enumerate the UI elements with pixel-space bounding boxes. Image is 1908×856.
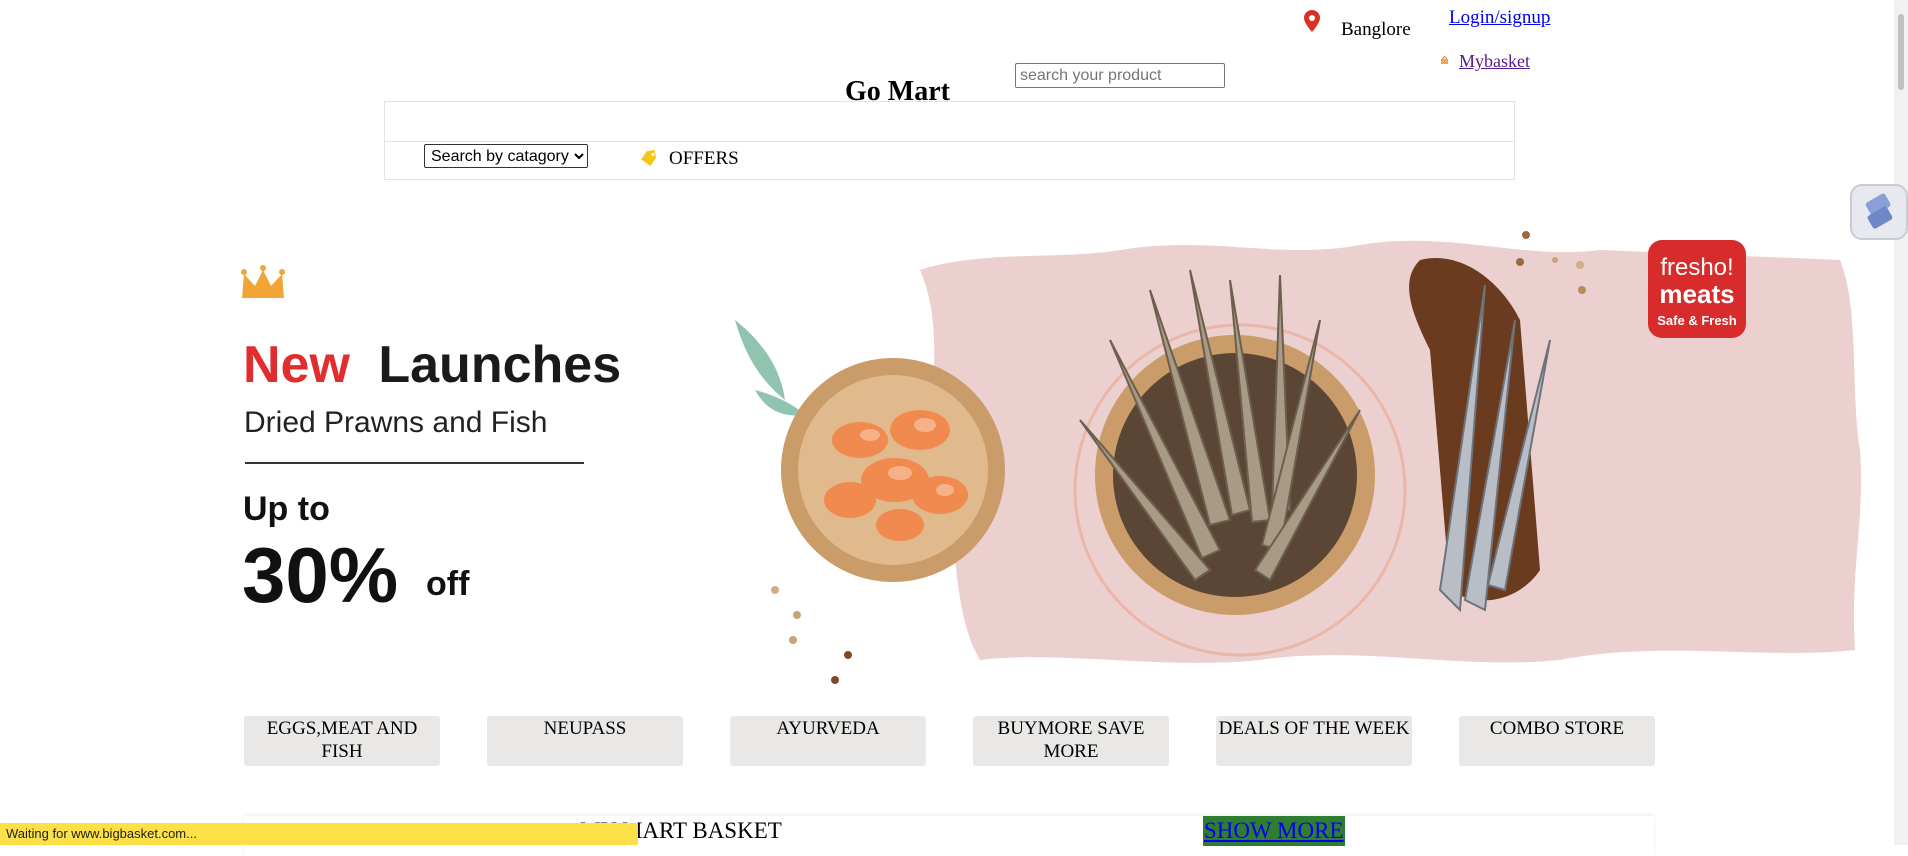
show-more-link[interactable]: SHOW MORE xyxy=(1203,816,1345,846)
splash-dot xyxy=(1578,286,1586,294)
extension-button[interactable] xyxy=(1850,184,1908,240)
nav-divider xyxy=(385,141,1514,142)
splash-dot xyxy=(1516,258,1524,266)
category-ayurveda[interactable]: AYURVEDA xyxy=(730,716,926,766)
splash-dot xyxy=(789,636,797,644)
logo-line-2: meats xyxy=(1659,279,1734,309)
leaf-decoration xyxy=(735,320,785,400)
banner-subtitle: Dried Prawns and Fish xyxy=(244,406,547,439)
logo-line-1: fresho! xyxy=(1660,254,1733,281)
banner-upto: Up to xyxy=(243,490,330,528)
logo-line-3: Safe & Fresh xyxy=(1657,313,1737,328)
crown-icon-dot xyxy=(241,269,247,275)
category-buymore-save-more[interactable]: BUYMORE SAVE MORE xyxy=(973,716,1169,766)
scrollbar-thumb[interactable] xyxy=(1898,14,1904,90)
banner-percent: 30% xyxy=(242,531,398,619)
splash-dot xyxy=(1576,261,1584,269)
crown-icon xyxy=(242,270,284,298)
splash-dot xyxy=(793,611,801,619)
location-pin-icon xyxy=(1304,10,1320,32)
crown-icon-dot xyxy=(279,269,285,275)
headline-title: Launches xyxy=(378,336,621,394)
extension-icon xyxy=(1865,193,1893,229)
search-input[interactable] xyxy=(1015,63,1225,88)
page-scrollbar[interactable] xyxy=(1894,0,1908,845)
offers-link[interactable]: OFFERS xyxy=(669,148,739,170)
crown-icon-dot xyxy=(260,265,266,271)
browser-status-bar: Waiting for www.bigbasket.com... xyxy=(0,823,638,845)
category-select[interactable]: Search by catagory xyxy=(424,144,588,168)
mybasket-link[interactable]: Mybasket xyxy=(1459,51,1530,72)
category-combo-store[interactable]: COMBO STORE xyxy=(1459,716,1655,766)
nav-bar xyxy=(384,101,1515,180)
basket-icon xyxy=(1441,56,1448,64)
banner-off: off xyxy=(426,565,470,603)
location-label: Banglore xyxy=(1341,19,1411,40)
offer-tag-icon xyxy=(641,150,657,166)
category-deals-of-the-week[interactable]: DEALS OF THE WEEK xyxy=(1216,716,1412,766)
splash-dot xyxy=(844,651,852,659)
category-eggs-meat-fish[interactable]: EGGS,MEAT AND FISH xyxy=(244,716,440,766)
splash-dot xyxy=(831,676,839,684)
category-neupass[interactable]: NEUPASS xyxy=(487,716,683,766)
promo-banner[interactable]: fresho! meats Safe & Fresh New Launches … xyxy=(160,190,1900,710)
splash-dot xyxy=(771,586,779,594)
banner-headline: New Launches xyxy=(243,336,621,394)
splash-dot xyxy=(1552,257,1558,263)
splash-dot xyxy=(1522,231,1530,239)
headline-accent: New xyxy=(243,336,350,394)
login-signup-link[interactable]: Login/signup xyxy=(1449,7,1550,29)
